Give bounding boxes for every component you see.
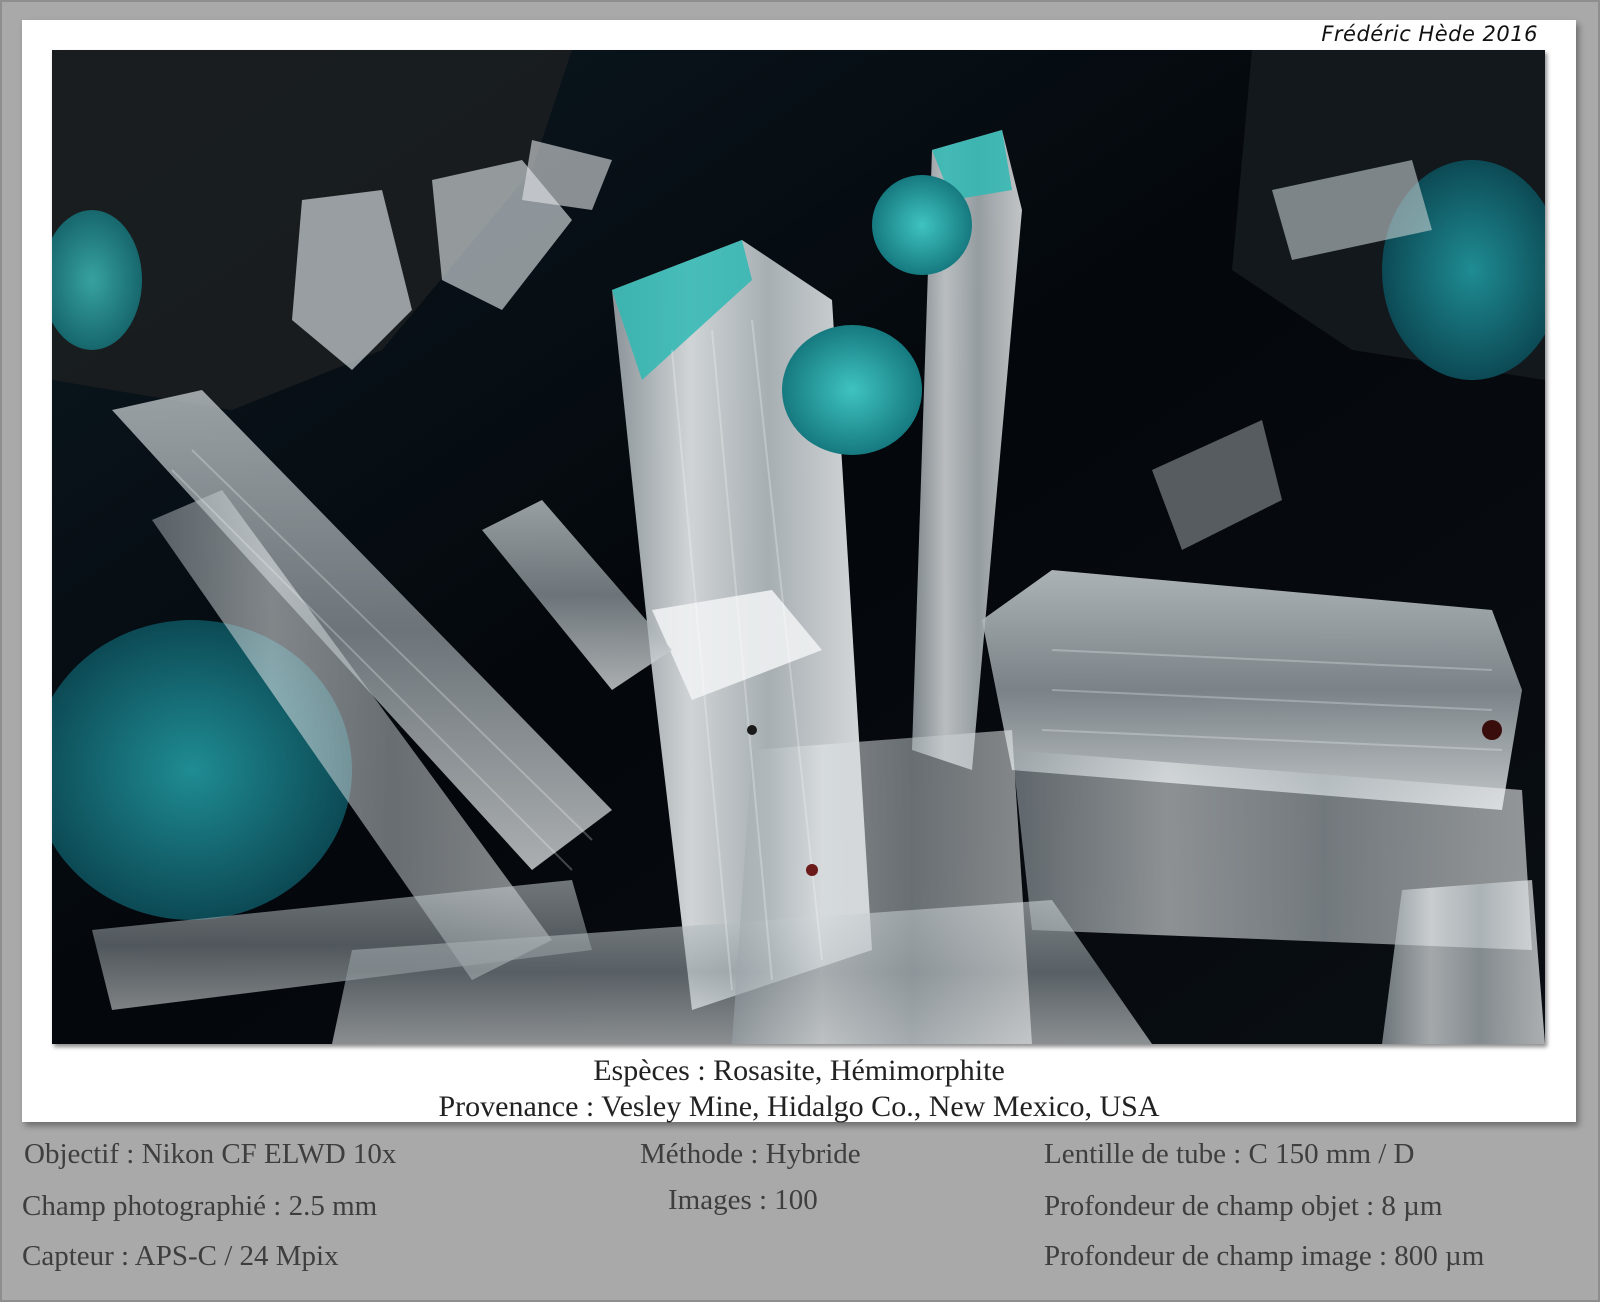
photographer-credit: Frédéric Hède 2016 — [1321, 22, 1538, 46]
species-caption: Espèces : Rosasite, Hémimorphite — [593, 1054, 1005, 1087]
images-spec: Images : 100 — [668, 1184, 818, 1216]
image-dof-spec: Profondeur de champ image : 800 µm — [1044, 1240, 1485, 1272]
objective-spec: Objectif : Nikon CF ELWD 10x — [24, 1138, 397, 1170]
mineral-photo-illustration — [52, 50, 1545, 1044]
object-dof-spec: Profondeur de champ objet : 8 µm — [1044, 1190, 1443, 1222]
mineral-photo — [52, 50, 1545, 1044]
method-spec: Méthode : Hybride — [640, 1138, 861, 1170]
sensor-spec: Capteur : APS-C / 24 Mpix — [22, 1240, 339, 1272]
field-spec: Champ photographié : 2.5 mm — [22, 1190, 378, 1222]
tube-lens-spec: Lentille de tube : C 150 mm / D — [1044, 1138, 1415, 1170]
origin-caption: Provenance : Vesley Mine, Hidalgo Co., N… — [438, 1090, 1160, 1123]
